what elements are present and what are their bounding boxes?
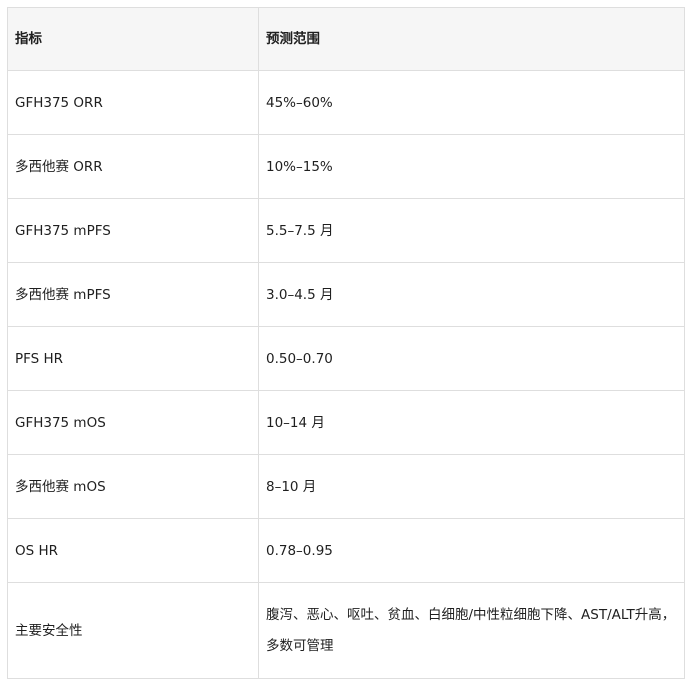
cell-metric: GFH375 mPFS — [7, 198, 259, 263]
cell-range: 0.50–0.70 — [258, 326, 685, 391]
table-row: PFS HR 0.50–0.70 — [7, 326, 685, 391]
cell-metric: 多西他赛 mOS — [7, 454, 259, 519]
table-header-row: 指标 预测范围 — [7, 7, 685, 71]
cell-metric: GFH375 ORR — [7, 70, 259, 135]
cell-range: 5.5–7.5 月 — [258, 198, 685, 263]
cell-metric: 主要安全性 — [7, 582, 259, 679]
table-row: 多西他赛 mPFS 3.0–4.5 月 — [7, 262, 685, 327]
prediction-table-container: 指标 预测范围 GFH375 ORR 45%–60% 多西他赛 ORR 10%–… — [7, 7, 685, 679]
table-row: 多西他赛 ORR 10%–15% — [7, 134, 685, 199]
table-row: GFH375 ORR 45%–60% — [7, 70, 685, 135]
cell-metric: 多西他赛 mPFS — [7, 262, 259, 327]
cell-metric: OS HR — [7, 518, 259, 583]
cell-range: 腹泻、恶心、呕吐、贫血、白细胞/中性粒细胞下降、AST/ALT升高，多数可管理 — [258, 582, 685, 679]
cell-range: 45%–60% — [258, 70, 685, 135]
cell-metric: GFH375 mOS — [7, 390, 259, 455]
cell-range: 8–10 月 — [258, 454, 685, 519]
cell-range: 10%–15% — [258, 134, 685, 199]
table-row: 多西他赛 mOS 8–10 月 — [7, 454, 685, 519]
table-row: GFH375 mOS 10–14 月 — [7, 390, 685, 455]
cell-range: 0.78–0.95 — [258, 518, 685, 583]
cell-range: 10–14 月 — [258, 390, 685, 455]
table-row: OS HR 0.78–0.95 — [7, 518, 685, 583]
cell-range: 3.0–4.5 月 — [258, 262, 685, 327]
header-predicted-range: 预测范围 — [258, 7, 685, 71]
cell-metric: 多西他赛 ORR — [7, 134, 259, 199]
header-metric: 指标 — [7, 7, 259, 71]
prediction-table: 指标 预测范围 GFH375 ORR 45%–60% 多西他赛 ORR 10%–… — [7, 7, 685, 679]
table-row: GFH375 mPFS 5.5–7.5 月 — [7, 198, 685, 263]
cell-metric: PFS HR — [7, 326, 259, 391]
table-row: 主要安全性 腹泻、恶心、呕吐、贫血、白细胞/中性粒细胞下降、AST/ALT升高，… — [7, 582, 685, 679]
